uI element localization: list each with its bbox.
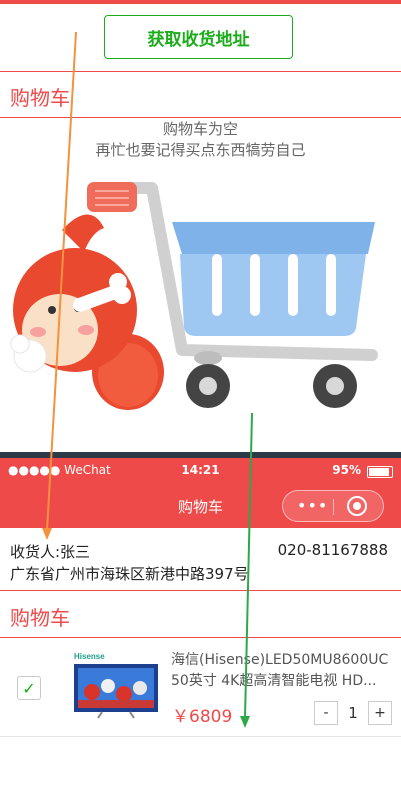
qty-plus-button[interactable]: +	[368, 701, 392, 725]
green-arrowhead-icon	[240, 716, 250, 728]
divider	[0, 637, 401, 638]
divider	[0, 590, 401, 591]
capsule-divider	[333, 499, 334, 515]
top-accent-bar	[0, 0, 401, 4]
check-icon: ✓	[22, 678, 36, 698]
empty-cart-subtitle: 再忙也要记得买点东西犒劳自己	[95, 141, 306, 159]
miniprogram-capsule[interactable]: •••	[282, 490, 384, 522]
battery-label: 95%	[332, 463, 361, 477]
more-dots-icon[interactable]: •••	[297, 498, 328, 514]
target-circle-icon[interactable]	[347, 496, 367, 516]
phone-status-bar: ●●●●● WeChat 14:21 95%	[0, 458, 401, 482]
product-name[interactable]: 海信(Hisense)LED50MU8600UC 50英寸 4K超高清智能电视 …	[171, 650, 393, 692]
cart-section-title: 购物车	[10, 86, 70, 110]
cart-section-title: 购物车	[10, 606, 70, 630]
battery-icon	[367, 466, 393, 478]
divider	[0, 71, 401, 72]
recipient-address: 广东省广州市海珠区新港中路397号	[10, 565, 249, 583]
qty-minus-button[interactable]: -	[314, 701, 338, 725]
orange-arrowhead-icon	[42, 528, 52, 540]
get-address-button[interactable]: 获取收货地址	[104, 15, 293, 59]
recipient-phone: 020-81167888	[277, 541, 388, 559]
empty-cart-title: 购物车为空	[162, 120, 238, 138]
product-image: Hisense	[74, 652, 158, 719]
item-checkbox[interactable]: ✓	[17, 676, 41, 700]
recipient-name: 收货人:张三	[10, 543, 91, 561]
divider	[0, 736, 401, 737]
product-price: ￥6809	[172, 707, 233, 727]
empty-cart-illustration	[10, 182, 378, 410]
qty-value: 1	[348, 704, 358, 722]
product-brand-text: Hisense	[74, 652, 105, 661]
